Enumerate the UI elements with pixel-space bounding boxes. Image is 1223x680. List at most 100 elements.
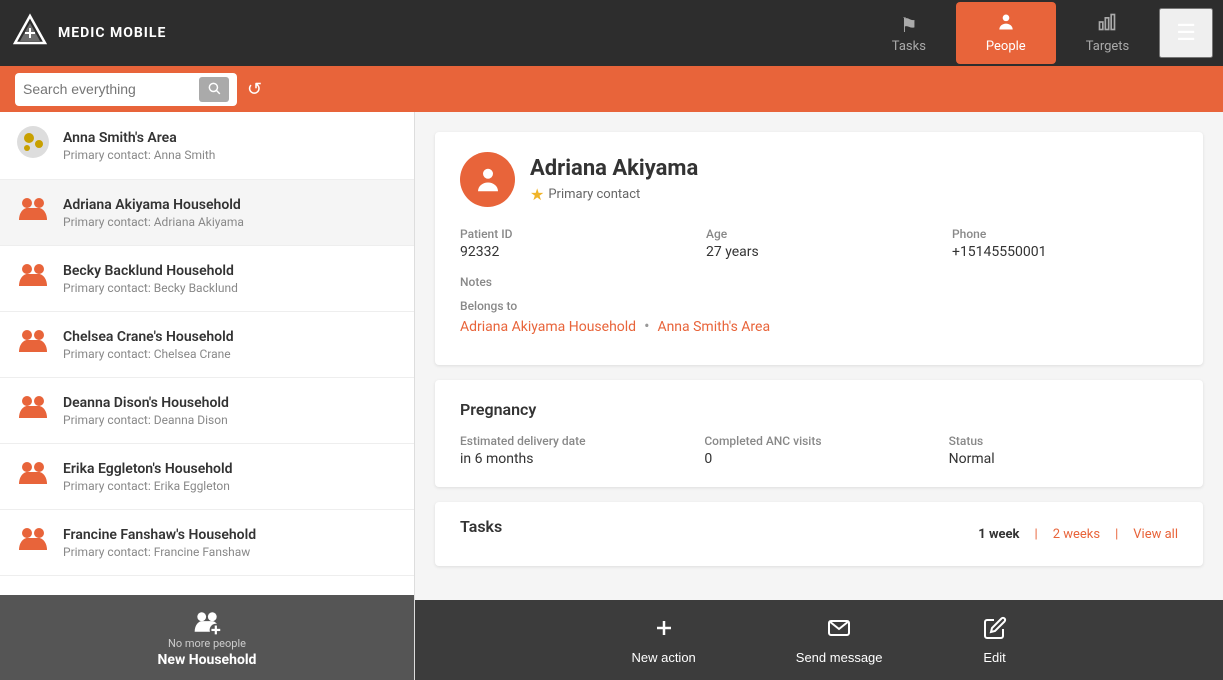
belongs-section: Belongs to Adriana Akiyama Household • A… [460,299,1178,335]
list-item[interactable]: Adriana Akiyama Household Primary contac… [0,180,414,246]
belongs-area-link[interactable]: Anna Smith's Area [657,319,770,335]
sidebar: Anna Smith's Area Primary contact: Anna … [0,112,415,680]
tasks-filter-separator2: | [1115,527,1118,542]
phone-label: Phone [952,227,1178,241]
delivery-label: Estimated delivery date [460,434,689,448]
household-icon [15,324,51,365]
primary-contact-badge: ★ Primary contact [530,185,698,204]
nav-tab-targets[interactable]: Targets [1056,2,1160,64]
list-item-text: Anna Smith's Area Primary contact: Anna … [63,130,215,162]
tasks-filter-2weeks[interactable]: 2 weeks [1053,527,1100,542]
delivery-date-field: Estimated delivery date in 6 months [460,434,689,467]
notes-section: Notes [460,275,1178,289]
item-title: Adriana Akiyama Household [63,197,244,213]
age-label: Age [706,227,932,241]
nav-tab-people[interactable]: People [956,2,1056,64]
send-message-button[interactable]: Send message [746,606,933,675]
top-navigation: MEDIC MOBILE ⚑ Tasks People [0,0,1223,66]
main-layout: Anna Smith's Area Primary contact: Anna … [0,112,1223,680]
medic-mobile-logo [10,13,50,53]
list-item[interactable]: Francine Fanshaw's Household Primary con… [0,510,414,576]
pregnancy-details: Estimated delivery date in 6 months Comp… [460,434,1178,467]
pregnancy-title: Pregnancy [460,400,1178,419]
search-bar: ↺ [0,66,1223,112]
new-action-label: New action [631,650,695,665]
area-icon [15,124,51,167]
profile-header: Adriana Akiyama ★ Primary contact [460,152,1178,207]
item-subtitle: Primary contact: Adriana Akiyama [63,215,244,229]
list-item[interactable]: Chelsea Crane's Household Primary contac… [0,312,414,378]
dot-separator: • [644,316,649,335]
edit-label: Edit [983,650,1005,665]
phone-value: +15145550001 [952,244,1178,260]
search-input[interactable] [23,81,193,97]
tasks-filters: 1 week | 2 weeks | View all [978,527,1178,542]
age-field: Age 27 years [706,227,932,260]
item-subtitle: Primary contact: Deanna Dison [63,413,229,427]
list-item-text: Francine Fanshaw's Household Primary con… [63,527,256,559]
patient-id-value: 92332 [460,244,686,260]
phone-field: Phone +15145550001 [952,227,1178,260]
item-title: Becky Backlund Household [63,263,238,279]
tasks-filter-1week[interactable]: 1 week [978,527,1019,542]
list-item-text: Erika Eggleton's Household Primary conta… [63,461,233,493]
list-item-text: Chelsea Crane's Household Primary contac… [63,329,234,361]
item-subtitle: Primary contact: Erika Eggleton [63,479,233,493]
household-icon [15,390,51,431]
pregnancy-card: Pregnancy Estimated delivery date in 6 m… [435,380,1203,487]
nav-tab-people-label: People [986,39,1026,54]
tasks-title-row: Tasks 1 week | 2 weeks | View all [460,517,1178,551]
profile-card: Adriana Akiyama ★ Primary contact Patien… [435,132,1203,365]
reset-search-button[interactable]: ↺ [247,79,262,100]
list-item[interactable]: Becky Backlund Household Primary contact… [0,246,414,312]
new-action-icon [652,616,676,646]
send-message-icon [827,616,851,646]
profile-name-area: Adriana Akiyama ★ Primary contact [530,156,698,204]
list-item[interactable]: Erika Eggleton's Household Primary conta… [0,444,414,510]
list-item-text: Adriana Akiyama Household Primary contac… [63,197,244,229]
app-name: MEDIC MOBILE [58,25,166,41]
search-button[interactable] [199,77,229,102]
nav-tabs: ⚑ Tasks People Targets [862,2,1159,64]
content-area: Adriana Akiyama ★ Primary contact Patien… [415,112,1223,680]
household-icon [15,456,51,497]
new-household-label: New Household [12,652,402,668]
status-label: Status [949,434,1178,448]
nav-tab-tasks[interactable]: ⚑ Tasks [862,3,956,64]
item-title: Francine Fanshaw's Household [63,527,256,543]
anc-value: 0 [704,451,933,467]
belongs-household-link[interactable]: Adriana Akiyama Household [460,319,636,335]
logo-area: MEDIC MOBILE [10,13,862,53]
anc-label: Completed ANC visits [704,434,933,448]
item-title: Anna Smith's Area [63,130,215,146]
nav-tab-tasks-label: Tasks [892,39,926,54]
hamburger-menu[interactable]: ☰ [1159,8,1213,58]
primary-contact-label: Primary contact [548,187,640,202]
item-subtitle: Primary contact: Becky Backlund [63,281,238,295]
anc-visits-field: Completed ANC visits 0 [704,434,933,467]
profile-details: Patient ID 92332 Age 27 years Phone +151… [460,227,1178,260]
belongs-links: Adriana Akiyama Household • Anna Smith's… [460,316,1178,335]
tasks-title: Tasks [460,517,502,536]
item-subtitle: Primary contact: Francine Fanshaw [63,545,256,559]
star-icon: ★ [530,185,544,204]
item-title: Erika Eggleton's Household [63,461,233,477]
belongs-to-label: Belongs to [460,299,1178,313]
tasks-filter-separator: | [1035,527,1038,542]
list-item-text: Deanna Dison's Household Primary contact… [63,395,229,427]
household-icon [15,522,51,563]
edit-button[interactable]: Edit [933,606,1057,675]
item-subtitle: Primary contact: Chelsea Crane [63,347,234,361]
send-message-label: Send message [796,650,883,665]
household-icon [15,258,51,299]
new-action-button[interactable]: New action [581,606,745,675]
tasks-filter-viewall[interactable]: View all [1133,527,1178,542]
list-item[interactable]: Anna Smith's Area Primary contact: Anna … [0,112,414,180]
targets-icon [1097,12,1117,37]
action-bar: New action Send message Edit [415,600,1223,680]
search-input-wrap [15,73,237,106]
list-item[interactable]: Deanna Dison's Household Primary contact… [0,378,414,444]
tasks-section: Tasks 1 week | 2 weeks | View all [435,502,1203,566]
patient-id-label: Patient ID [460,227,686,241]
new-household-button[interactable]: No more people New Household [0,595,414,680]
